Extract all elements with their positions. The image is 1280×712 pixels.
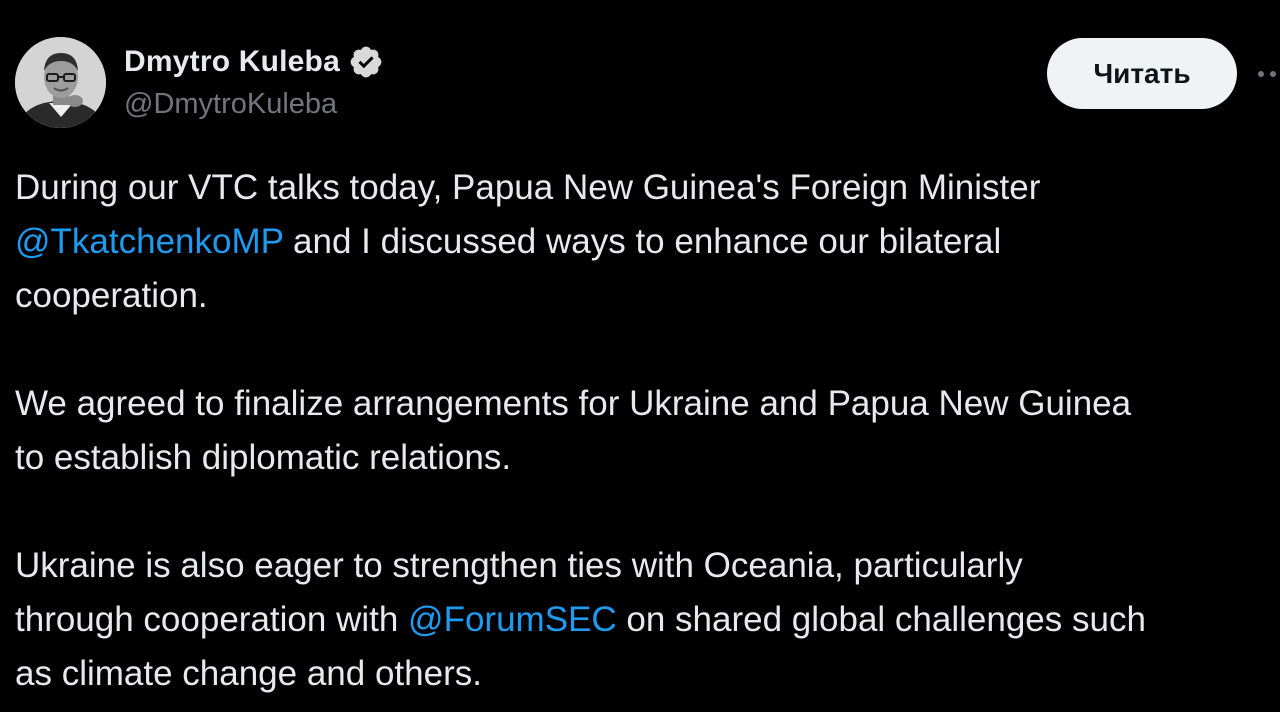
tweet-line: Ukraine is also eager to strengthen ties… <box>15 546 1023 585</box>
mention-link[interactable]: @TkatchenkoMP <box>15 222 283 261</box>
mention-link[interactable]: @ForumSEC <box>408 600 617 639</box>
verified-badge-icon <box>348 44 384 80</box>
tweet-line: cooperation. <box>15 276 208 315</box>
tweet-line: as climate change and others. <box>15 654 482 693</box>
follow-button[interactable]: Читать <box>1047 38 1237 109</box>
tweet-line: through cooperation with @ForumSEC on sh… <box>15 593 1280 647</box>
tweet-paragraph: Ukraine is also eager to strengthen ties… <box>15 539 1280 701</box>
author-handle[interactable]: @DmytroKuleba <box>124 88 337 121</box>
tweet-paragraph: During our VTC talks today, Papua New Gu… <box>15 161 1280 323</box>
tweet-text: During our VTC talks today, Papua New Gu… <box>15 161 1280 701</box>
tweet-line: We agreed to finalize arrangements for U… <box>15 384 1132 423</box>
tweet-header: Dmytro Kuleba @DmytroKuleba Читать <box>0 0 1280 140</box>
tweet-line: to establish diplomatic relations. <box>15 438 512 477</box>
tweet-text-segment: and I discussed ways to enhance our bila… <box>283 222 1002 261</box>
tweet-text-segment: through cooperation with <box>15 600 409 639</box>
tweet-line: @TkatchenkoMP and I discussed ways to en… <box>15 215 1280 269</box>
tweet-text-segment: on shared global challenges such <box>616 600 1146 639</box>
avatar[interactable] <box>15 37 106 128</box>
author-display-name[interactable]: Dmytro Kuleba <box>124 45 340 79</box>
author-name-row: Dmytro Kuleba <box>124 42 384 82</box>
tweet-paragraph: We agreed to finalize arrangements for U… <box>15 377 1280 485</box>
tweet-line: During our VTC talks today, Papua New Gu… <box>15 168 1041 207</box>
more-options-button[interactable] <box>1256 62 1280 86</box>
profile-photo-icon <box>15 37 106 128</box>
more-horizontal-icon <box>1258 71 1276 77</box>
